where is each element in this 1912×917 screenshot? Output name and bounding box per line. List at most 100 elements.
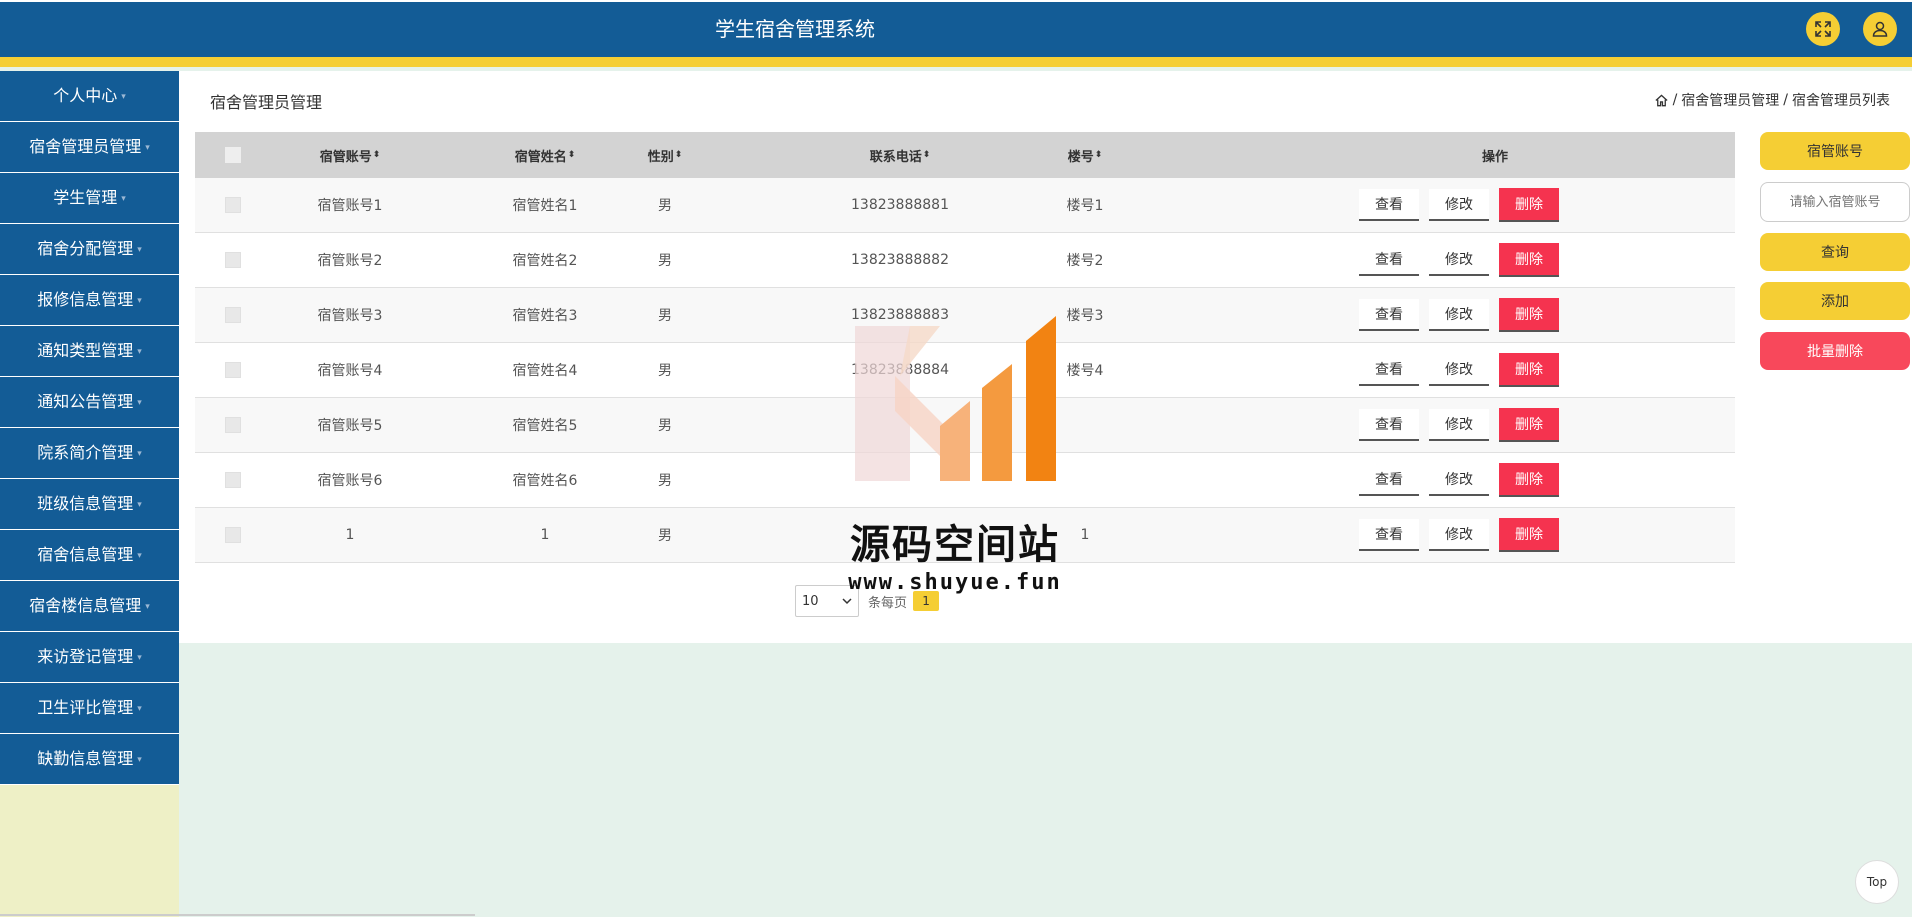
edit-button[interactable]: 修改	[1429, 354, 1489, 386]
search-account-input[interactable]	[1760, 182, 1910, 222]
sidebar-item[interactable]: 来访登记管理 ▾	[0, 632, 179, 683]
cell-account: 1	[345, 527, 355, 543]
home-icon[interactable]	[1654, 93, 1669, 108]
row-select-cell	[225, 288, 241, 342]
view-button[interactable]: 查看	[1359, 189, 1419, 221]
sidebar-item[interactable]: 宿舍分配管理 ▾	[0, 224, 179, 275]
col-phone-header[interactable]: 联系电话 ⬍	[835, 132, 965, 178]
sidebar-item[interactable]: 通知类型管理 ▾	[0, 326, 179, 377]
top-header: 学生宿舍管理系统	[0, 0, 1912, 67]
cell-gender: 男	[658, 418, 672, 434]
add-button[interactable]: 添加	[1760, 282, 1910, 320]
view-button[interactable]: 查看	[1359, 299, 1419, 331]
chevron-down-icon: ▾	[137, 347, 142, 357]
delete-button[interactable]: 删除	[1499, 188, 1559, 222]
delete-button[interactable]: 删除	[1499, 298, 1559, 332]
edit-button[interactable]: 修改	[1429, 299, 1489, 331]
fullscreen-button[interactable]	[1806, 12, 1840, 46]
delete-button[interactable]: 删除	[1499, 463, 1559, 497]
sidebar-item[interactable]: 院系简介管理 ▾	[0, 428, 179, 479]
chevron-down-icon: ▾	[145, 602, 150, 612]
watermark-logo	[855, 316, 1056, 481]
edit-button[interactable]: 修改	[1429, 409, 1489, 441]
page-size-value: 10	[802, 593, 819, 609]
sidebar-item-label: 报修信息管理	[37, 290, 134, 309]
sidebar-item[interactable]: 宿舍管理员管理 ▾	[0, 122, 179, 173]
query-button[interactable]: 查询	[1760, 233, 1910, 271]
row-select-cell	[225, 178, 241, 232]
cell-phone: 13823888882	[851, 252, 949, 268]
breadcrumb: / 宿舍管理员管理 / 宿舍管理员列表	[1654, 90, 1890, 110]
col-account-header[interactable]: 宿管账号 ⬍	[295, 132, 405, 178]
sidebar-item-label: 个人中心	[53, 86, 118, 105]
watermark-title: 源码空间站	[850, 522, 1060, 568]
sidebar-item-label: 院系简介管理	[37, 443, 134, 462]
row-checkbox[interactable]	[225, 252, 241, 268]
edit-button[interactable]: 修改	[1429, 464, 1489, 496]
sidebar-item[interactable]: 卫生评比管理 ▾	[0, 683, 179, 734]
col-actions-header: 操作	[1445, 132, 1545, 178]
sidebar: 个人中心 ▾ 宿舍管理员管理 ▾ 学生管理 ▾ 宿舍分配管理 ▾ 报修信息管理 ▾ 通知类型管理 ▾ 通…	[0, 71, 179, 917]
breadcrumb-separator: /	[1783, 92, 1788, 108]
col-name-header[interactable]: 宿管姓名 ⬍	[490, 132, 600, 178]
edit-button[interactable]: 修改	[1429, 519, 1489, 551]
user-button[interactable]	[1863, 12, 1897, 46]
view-button[interactable]: 查看	[1359, 519, 1419, 551]
sidebar-item-label: 学生管理	[53, 188, 118, 207]
row-checkbox[interactable]	[225, 197, 241, 213]
col-account-label: 宿管账号	[319, 149, 372, 165]
view-button[interactable]: 查看	[1359, 464, 1419, 496]
view-button[interactable]: 查看	[1359, 244, 1419, 276]
cell-name: 宿管姓名6	[512, 473, 578, 489]
cell-building: 楼号1	[1066, 198, 1104, 214]
row-checkbox[interactable]	[225, 417, 241, 433]
select-all-checkbox[interactable]	[225, 147, 241, 163]
sidebar-item[interactable]: 报修信息管理 ▾	[0, 275, 179, 326]
row-checkbox[interactable]	[225, 472, 241, 488]
sidebar-item-label: 来访登记管理	[37, 647, 134, 666]
search-field-label: 宿管账号	[1760, 132, 1910, 170]
cell-account: 宿管账号6	[317, 473, 383, 489]
delete-button[interactable]: 删除	[1499, 353, 1559, 387]
delete-button[interactable]: 删除	[1499, 408, 1559, 442]
row-select-cell	[225, 398, 241, 452]
horizontal-scrollbar[interactable]	[0, 914, 475, 916]
sidebar-item-label: 缺勤信息管理	[37, 749, 134, 768]
header-accent-stripe	[0, 57, 1912, 67]
sidebar-item[interactable]: 通知公告管理 ▾	[0, 377, 179, 428]
sidebar-item[interactable]: 个人中心 ▾	[0, 71, 179, 122]
row-select-cell	[225, 508, 241, 562]
table-row: 宿管账号2 宿管姓名2 男 13823888882 楼号2 查看 修改 删除	[195, 233, 1735, 288]
edit-button[interactable]: 修改	[1429, 189, 1489, 221]
sort-icon: ⬍	[674, 150, 683, 160]
delete-button[interactable]: 删除	[1499, 518, 1559, 552]
cell-account: 宿管账号3	[317, 308, 383, 324]
view-button[interactable]: 查看	[1359, 409, 1419, 441]
cell-name: 宿管姓名4	[512, 363, 578, 379]
sidebar-item[interactable]: 宿舍楼信息管理 ▾	[0, 581, 179, 632]
back-to-top-button[interactable]: Top	[1855, 860, 1899, 904]
sidebar-item[interactable]: 缺勤信息管理 ▾	[0, 734, 179, 785]
view-button[interactable]: 查看	[1359, 354, 1419, 386]
chevron-down-icon	[842, 598, 852, 605]
col-building-header[interactable]: 楼号 ⬍	[1045, 132, 1125, 178]
sidebar-item[interactable]: 宿舍信息管理 ▾	[0, 530, 179, 581]
sidebar-item[interactable]: 学生管理 ▾	[0, 173, 179, 224]
breadcrumb-item-admin-manage[interactable]: 宿舍管理员管理	[1681, 90, 1779, 110]
edit-button[interactable]: 修改	[1429, 244, 1489, 276]
sidebar-item[interactable]: 班级信息管理 ▾	[0, 479, 179, 530]
sort-icon: ⬍	[1094, 150, 1103, 160]
expand-icon	[1815, 21, 1831, 37]
cell-account: 宿管账号2	[317, 253, 383, 269]
row-checkbox[interactable]	[225, 362, 241, 378]
cell-phone: 13823888881	[851, 197, 949, 213]
sidebar-item-label: 宿舍楼信息管理	[29, 596, 142, 615]
row-checkbox[interactable]	[225, 527, 241, 543]
row-checkbox[interactable]	[225, 307, 241, 323]
col-gender-header[interactable]: 性别 ⬍	[605, 132, 725, 178]
cell-gender: 男	[658, 253, 672, 269]
chevron-down-icon: ▾	[137, 398, 142, 408]
batch-delete-button[interactable]: 批量删除	[1760, 332, 1910, 370]
chevron-down-icon: ▾	[137, 653, 142, 663]
delete-button[interactable]: 删除	[1499, 243, 1559, 277]
